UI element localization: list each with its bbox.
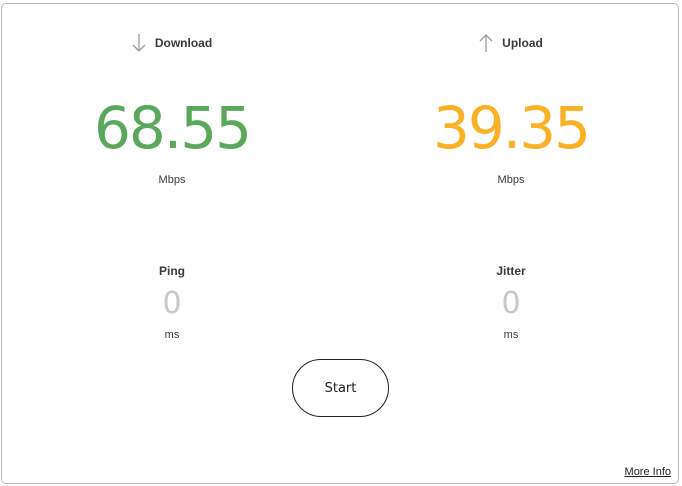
upload-unit: Mbps: [497, 174, 525, 186]
more-info-link[interactable]: More Info: [625, 466, 671, 478]
upload-heading: Upload: [341, 31, 681, 55]
jitter-label: Jitter: [496, 264, 526, 278]
arrow-down-icon: [132, 33, 146, 53]
arrow-up-icon: [479, 33, 493, 53]
download-heading: Download: [2, 31, 342, 55]
jitter-value: 0: [501, 286, 521, 321]
speed-test-panel: Download 68.55 Mbps Ping 0 ms Upload 39.…: [1, 3, 679, 484]
ping-unit: ms: [164, 329, 180, 341]
download-unit: Mbps: [158, 174, 186, 186]
download-value: 68.55: [93, 94, 252, 162]
download-label: Download: [154, 36, 213, 50]
ping-label: Ping: [159, 264, 185, 278]
start-button[interactable]: Start: [292, 359, 389, 417]
upload-value: 39.35: [432, 94, 591, 162]
jitter-unit: ms: [503, 329, 519, 341]
upload-label: Upload: [502, 36, 543, 50]
ping-value: 0: [162, 286, 182, 321]
